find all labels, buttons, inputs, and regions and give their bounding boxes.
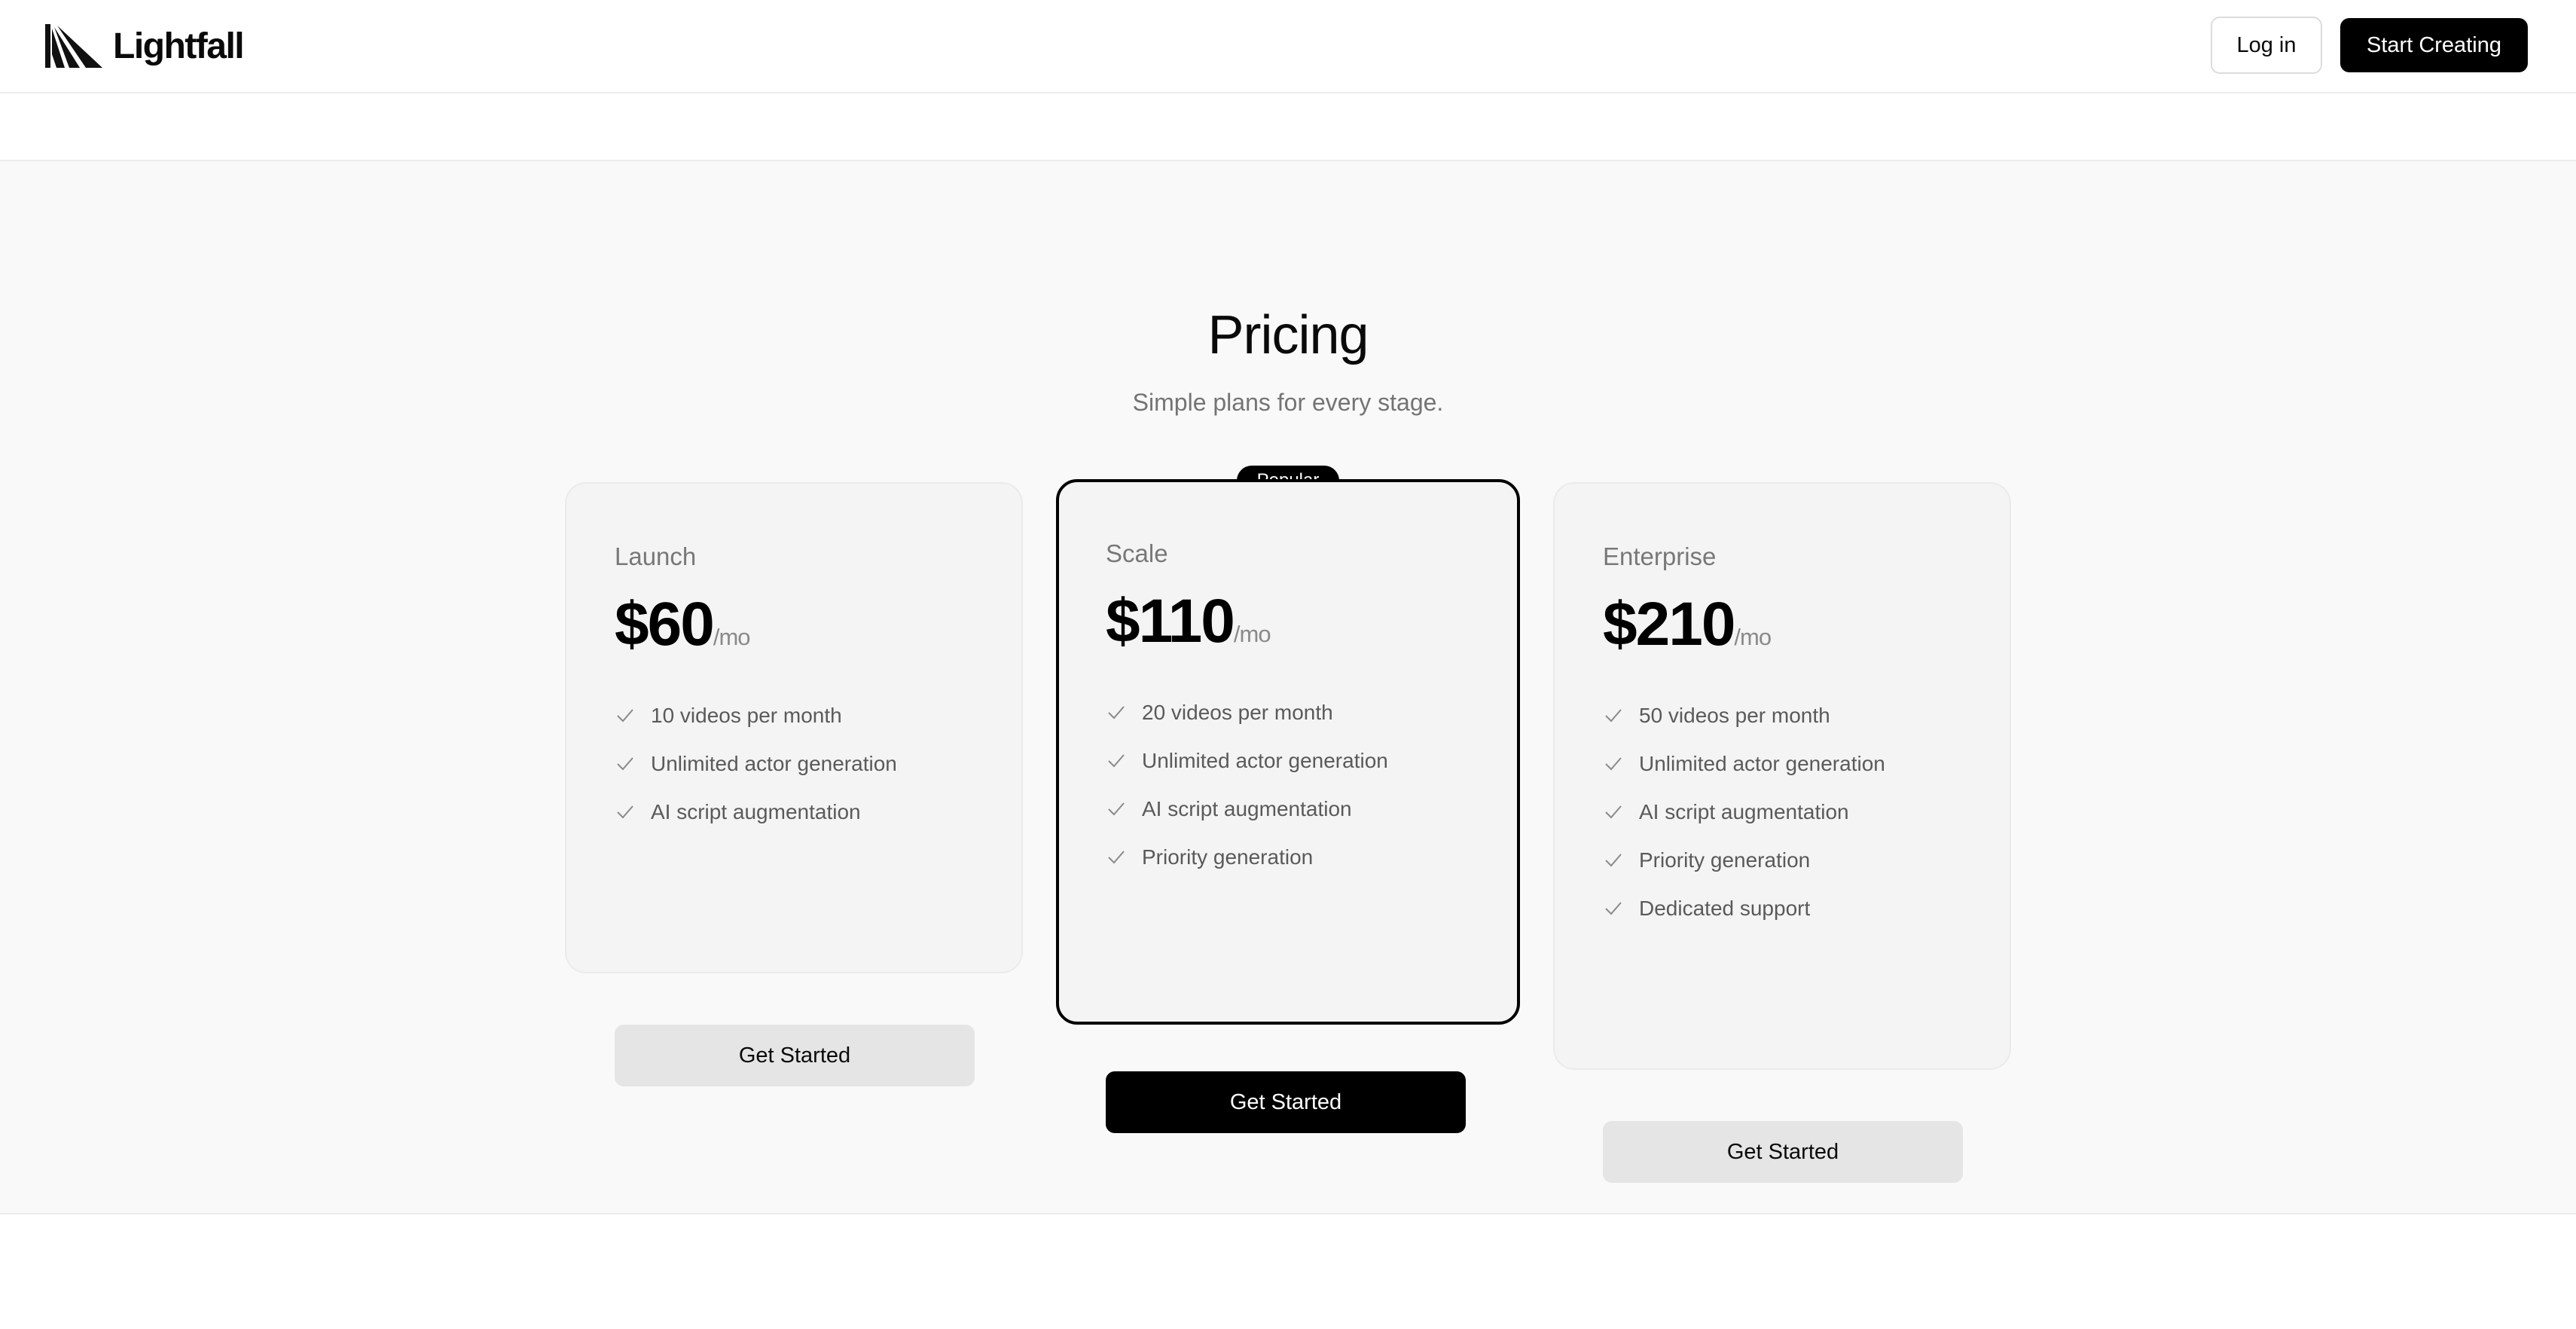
start-creating-button[interactable]: Start Creating (2340, 18, 2528, 72)
price-period: /mo (1734, 624, 1772, 650)
plan-price: $60 /mo (615, 589, 751, 660)
check-icon (1108, 706, 1125, 719)
check-icon (617, 709, 633, 723)
feature-label: AI script augmentation (1142, 797, 1352, 820)
feature-list: 50 videos per month Unlimited actor gene… (1603, 692, 1885, 933)
feature-label: 10 videos per month (651, 704, 842, 727)
feature-label: AI script augmentation (651, 800, 861, 823)
top-navbar: Lightfall Log in Start Creating (0, 0, 2576, 93)
feature-item: Priority generation (1106, 833, 1388, 881)
feature-label: Unlimited actor generation (1639, 752, 1885, 775)
feature-item: Priority generation (1603, 836, 1885, 884)
price-period: /mo (713, 624, 751, 650)
check-icon (1605, 805, 1622, 819)
check-icon (1108, 802, 1125, 816)
brand-name: Lightfall (113, 26, 245, 66)
plan-card-launch: Launch $60 /mo 10 videos per month Unlim… (565, 482, 1023, 1086)
feature-label: 50 videos per month (1639, 704, 1830, 727)
feature-item: AI script augmentation (1106, 785, 1388, 833)
feature-item: Unlimited actor generation (1106, 737, 1388, 785)
price-amount: $110 (1106, 587, 1235, 655)
brand-home-link[interactable]: Lightfall (45, 23, 245, 69)
check-icon (617, 805, 633, 819)
check-icon (1108, 754, 1125, 768)
feature-item: Dedicated support (1603, 884, 1885, 933)
feature-label: Unlimited actor generation (651, 752, 897, 775)
feature-item: 20 videos per month (1106, 689, 1388, 737)
login-button[interactable]: Log in (2211, 17, 2322, 74)
price-amount: $210 (1603, 590, 1735, 658)
check-icon (617, 757, 633, 771)
feature-label: 20 videos per month (1142, 701, 1333, 724)
pricing-subtitle: Simple plans for every stage. (1132, 389, 1444, 416)
check-icon (1605, 854, 1622, 867)
feature-label: Dedicated support (1639, 897, 1811, 920)
plan-card-scale: Scale $110 /mo 20 videos per month Unlim… (1056, 479, 1520, 1133)
check-icon (1605, 709, 1622, 723)
plan-card-enterprise: Enterprise $210 /mo 50 videos per month … (1553, 482, 2011, 1183)
feature-label: AI script augmentation (1639, 800, 1849, 823)
plan-price: $110 /mo (1106, 586, 1271, 657)
feature-label: Priority generation (1142, 845, 1314, 869)
check-icon (1605, 902, 1622, 915)
feature-label: Unlimited actor generation (1142, 749, 1388, 772)
lightfall-logo-icon (45, 24, 102, 68)
feature-label: Priority generation (1639, 848, 1811, 872)
check-icon (1108, 851, 1125, 864)
pricing-section: Pricing Simple plans for every stage. La… (0, 160, 2576, 1214)
get-started-button-enterprise[interactable]: Get Started (1603, 1121, 1963, 1183)
feature-item: AI script augmentation (615, 788, 897, 836)
get-started-button-scale[interactable]: Get Started (1106, 1071, 1466, 1133)
feature-item: Unlimited actor generation (615, 740, 897, 788)
feature-item: 10 videos per month (615, 692, 897, 740)
feature-item: 50 videos per month (1603, 692, 1885, 740)
check-icon (1605, 757, 1622, 771)
feature-list: 10 videos per month Unlimited actor gene… (615, 692, 897, 836)
price-amount: $60 (615, 590, 715, 658)
plan-name: Enterprise (1603, 542, 1717, 570)
feature-item: AI script augmentation (1603, 788, 1885, 836)
pricing-title: Pricing (1207, 305, 1369, 365)
get-started-button-launch[interactable]: Get Started (615, 1025, 975, 1086)
feature-list: 20 videos per month Unlimited actor gene… (1106, 689, 1388, 881)
price-period: /mo (1233, 621, 1271, 647)
feature-item: Unlimited actor generation (1603, 740, 1885, 788)
plan-name: Launch (615, 542, 697, 570)
plan-name: Scale (1106, 539, 1168, 567)
plan-price: $210 /mo (1603, 589, 1772, 660)
